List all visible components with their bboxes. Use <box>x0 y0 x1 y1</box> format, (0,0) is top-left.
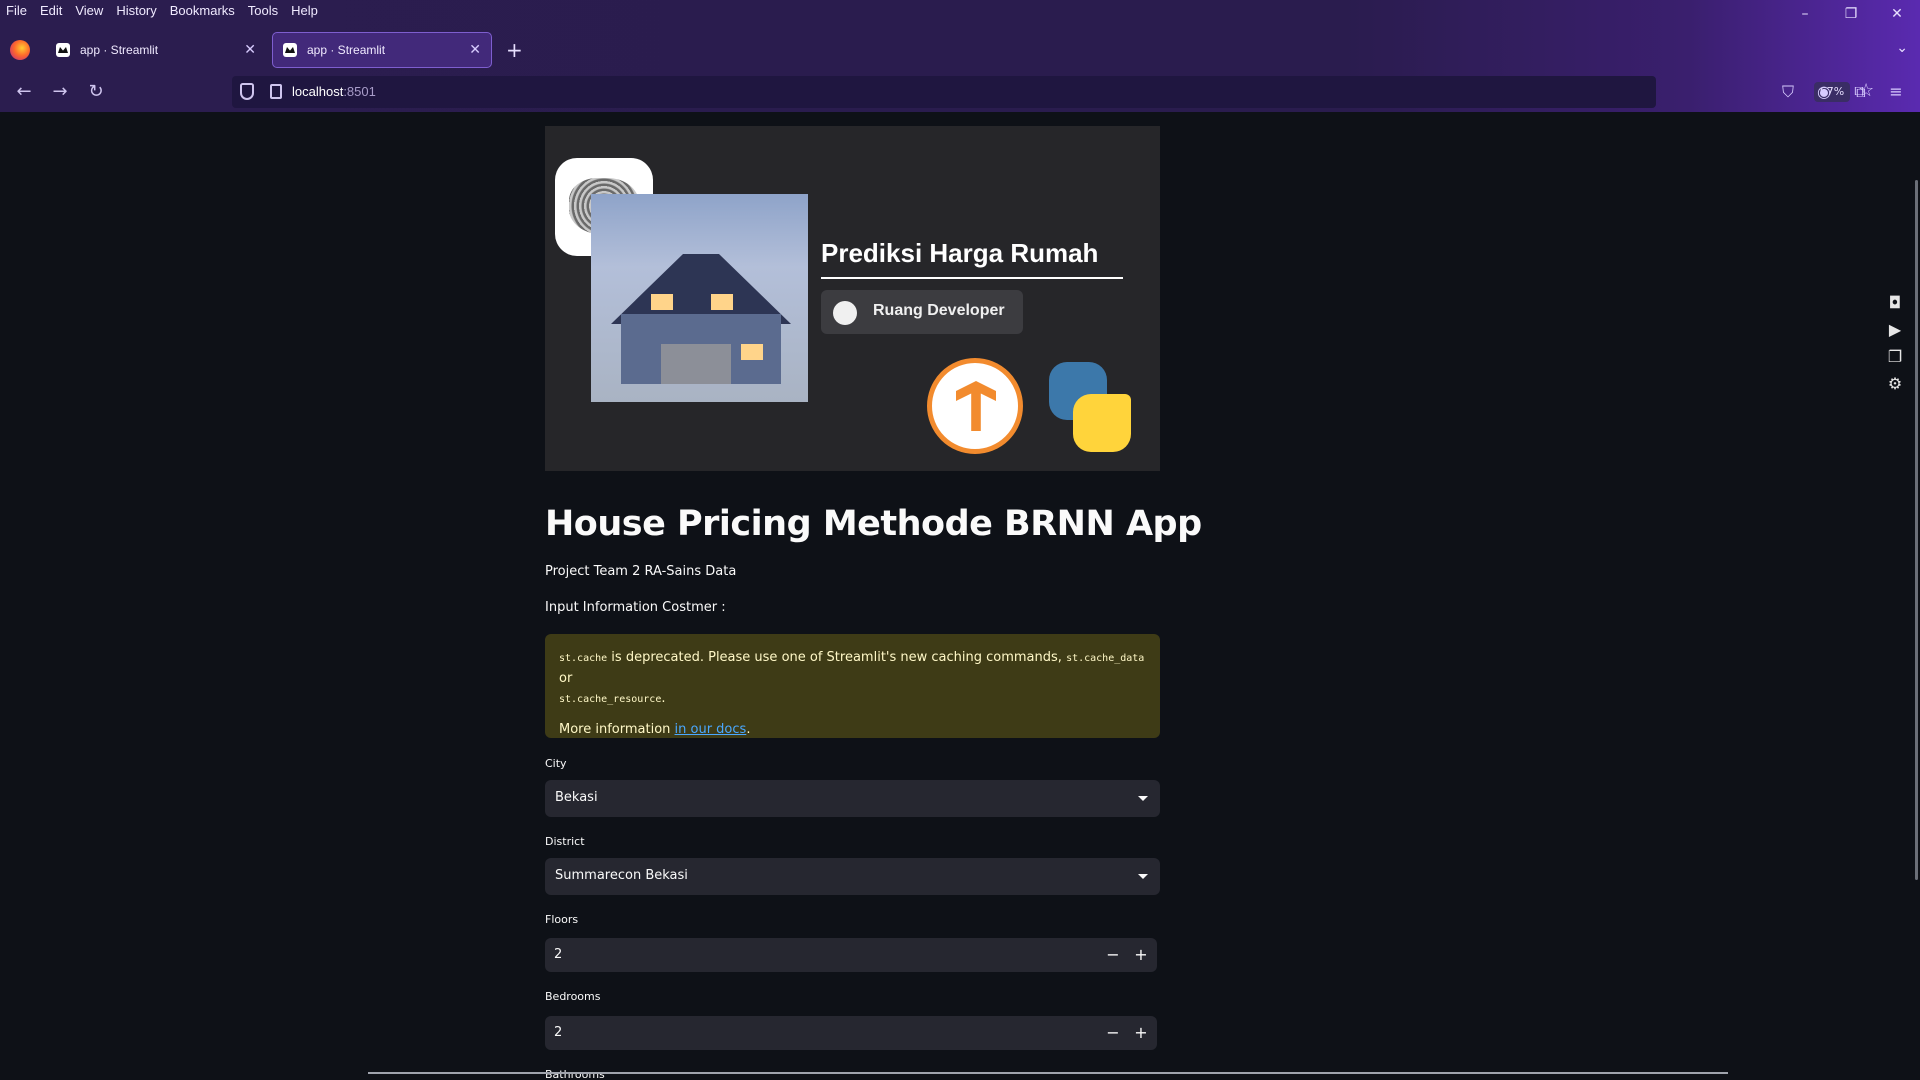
gear-icon[interactable]: ⚙ <box>1884 373 1906 395</box>
minimize-icon[interactable]: – <box>1782 0 1828 28</box>
url-text[interactable]: localhost:8501 <box>292 84 376 99</box>
banner-title: Prediksi Harga Rumah <box>821 238 1099 268</box>
pocket-icon[interactable]: ⛉ <box>1776 80 1800 104</box>
warning-text: st.cache is deprecated. Please use one o… <box>559 648 1146 710</box>
code-st-cache-resource: st.cache_resource <box>559 694 662 705</box>
back-icon[interactable]: ← <box>12 80 36 104</box>
banner-chip-text: Ruang Developer <box>873 302 1005 319</box>
tensorflow-logo-icon <box>927 358 1023 454</box>
deprecation-warning: st.cache is deprecated. Please use one o… <box>545 634 1160 738</box>
tab-app-streamlit-1[interactable]: app · Streamlit ✕ <box>46 32 266 68</box>
page-subtitle: Project Team 2 RA-Sains Data <box>545 564 737 579</box>
video-icon[interactable]: ▶ <box>1884 319 1906 341</box>
python-logo-icon <box>1045 362 1135 452</box>
scrollbar-thumb[interactable] <box>1915 180 1918 880</box>
banner-image: Prediksi Harga Rumah Ruang Developer <box>545 126 1160 471</box>
reload-icon[interactable]: ↻ <box>84 80 108 104</box>
ruang-developer-logo-icon <box>833 301 857 325</box>
district-selected-value: Summarecon Bekasi <box>555 868 688 883</box>
bathrooms-label: Bathrooms <box>545 1068 605 1080</box>
tab-title: app · Streamlit <box>307 43 386 57</box>
streamlit-favicon-icon <box>283 43 297 57</box>
district-select[interactable]: Summarecon Bekasi <box>545 858 1160 895</box>
menu-help[interactable]: Help <box>291 3 318 18</box>
city-label: City <box>545 757 567 770</box>
banner-chip: Ruang Developer <box>821 290 1023 334</box>
account-icon[interactable]: ◉ <box>1812 80 1836 104</box>
new-tab-icon[interactable]: + <box>506 38 523 62</box>
forward-icon[interactable]: → <box>48 80 72 104</box>
shield-icon[interactable] <box>240 83 254 100</box>
screen-divider <box>368 1072 1728 1074</box>
menu-file[interactable]: File <box>6 3 27 18</box>
banner-underline <box>821 277 1123 279</box>
tab-strip: app · Streamlit ✕ app · Streamlit ✕ + ⌄ <box>0 32 1920 68</box>
menu-edit[interactable]: Edit <box>40 3 62 18</box>
url-port: :8501 <box>343 84 376 99</box>
chevron-down-icon[interactable] <box>1138 874 1148 879</box>
restore-icon[interactable]: ❐ <box>1828 0 1874 28</box>
page-title: House Pricing Methode BRNN App <box>545 504 1202 544</box>
tab-close-icon[interactable]: ✕ <box>469 42 481 58</box>
hamburger-menu-icon[interactable]: ≡ <box>1884 80 1908 104</box>
extensions-icon[interactable]: ⧉ <box>1848 80 1872 104</box>
warning-text-3: . <box>661 691 666 706</box>
menu-history[interactable]: History <box>116 3 156 18</box>
more-info-end: . <box>746 722 751 737</box>
warning-more-info: More information in our docs. <box>559 722 1146 737</box>
more-info-text: More information <box>559 722 675 737</box>
floors-value[interactable]: 2 <box>554 947 562 962</box>
menu-bar: File Edit View History Bookmarks Tools H… <box>0 0 331 20</box>
warning-text-1: is deprecated. Please use one of Streaml… <box>607 650 1067 665</box>
page-info-icon[interactable] <box>270 84 282 99</box>
browser-chrome: File Edit View History Bookmarks Tools H… <box>0 0 1920 112</box>
floors-number-input[interactable]: 2 − + <box>545 938 1157 972</box>
tab-close-icon[interactable]: ✕ <box>244 42 256 58</box>
window-controls: – ❐ ✕ <box>1782 0 1920 28</box>
menu-view[interactable]: View <box>75 3 103 18</box>
house-photo <box>591 194 808 402</box>
floors-label: Floors <box>545 913 579 926</box>
firefox-icon <box>10 40 30 60</box>
close-window-icon[interactable]: ✕ <box>1874 0 1920 28</box>
bedrooms-decrement-button[interactable]: − <box>1099 1016 1127 1050</box>
tab-title: app · Streamlit <box>80 43 159 57</box>
floors-increment-button[interactable]: + <box>1127 938 1155 972</box>
district-label: District <box>545 835 585 848</box>
streamlit-favicon-icon <box>56 43 70 57</box>
bedrooms-increment-button[interactable]: + <box>1127 1016 1155 1050</box>
bedrooms-label: Bedrooms <box>545 990 601 1003</box>
chevron-down-icon[interactable] <box>1138 796 1148 801</box>
navigation-bar: ← → ↻ localhost:8501 67% ☆ ⛉ ◉ ⧉ ≡ <box>0 74 1920 110</box>
tab-app-streamlit-2[interactable]: app · Streamlit ✕ <box>272 32 492 68</box>
menu-bookmarks[interactable]: Bookmarks <box>170 3 235 18</box>
menu-tools[interactable]: Tools <box>248 3 278 18</box>
bedrooms-value[interactable]: 2 <box>554 1025 562 1040</box>
code-st-cache-data: st.cache_data <box>1066 653 1145 664</box>
city-select[interactable]: Bekasi <box>545 780 1160 817</box>
warning-text-2: or <box>559 671 573 686</box>
window-copy-icon[interactable]: ❐ <box>1884 346 1906 368</box>
camera-icon[interactable]: ◘ <box>1884 292 1906 314</box>
city-selected-value: Bekasi <box>555 790 598 805</box>
docs-link[interactable]: in our docs <box>675 722 747 737</box>
floors-decrement-button[interactable]: − <box>1099 938 1127 972</box>
side-toolbar: ◘ ▶ ❐ ⚙ <box>1884 292 1908 400</box>
chevron-down-icon[interactable]: ⌄ <box>1896 40 1908 56</box>
url-bar[interactable]: localhost:8501 67% ☆ <box>232 76 1874 108</box>
bedrooms-number-input[interactable]: 2 − + <box>545 1016 1157 1050</box>
url-host: localhost <box>292 84 344 99</box>
code-st-cache: st.cache <box>559 653 608 664</box>
section-heading: Input Information Costmer : <box>545 600 726 615</box>
